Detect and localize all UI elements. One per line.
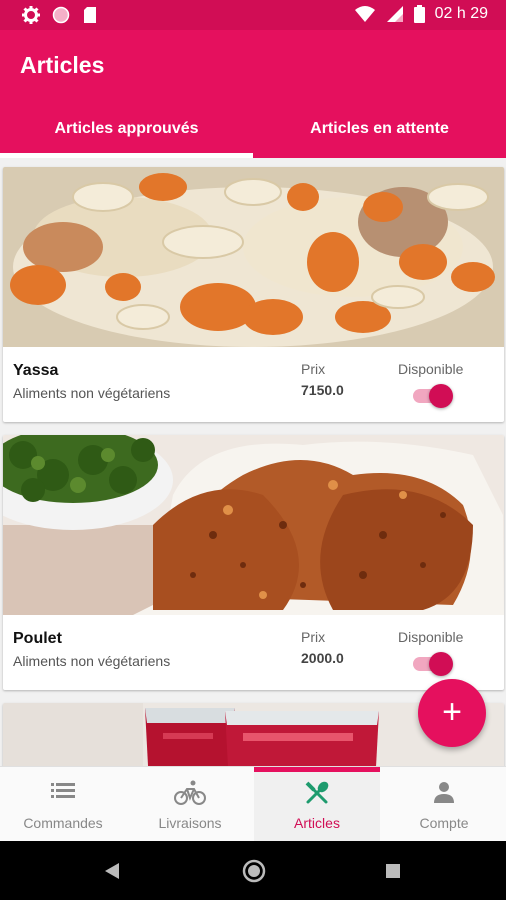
articles-list[interactable]: Yassa Aliments non végétariens Prix 7150… bbox=[0, 158, 506, 766]
home-icon[interactable] bbox=[242, 859, 266, 883]
nav-item-livraisons[interactable]: Livraisons bbox=[127, 767, 253, 841]
available-toggle[interactable] bbox=[411, 651, 455, 677]
article-price: 7150.0 bbox=[301, 382, 344, 398]
nav-item-compte[interactable]: Compte bbox=[381, 767, 506, 841]
back-icon[interactable] bbox=[104, 862, 120, 880]
price-label: Prix bbox=[301, 361, 326, 377]
add-article-button[interactable]: + bbox=[418, 679, 486, 747]
article-name: Poulet bbox=[13, 630, 62, 647]
status-time: 02 h 29 bbox=[434, 5, 488, 22]
battery-icon bbox=[413, 5, 425, 23]
bottom-navigation: Commandes Livraisons Articles Compte bbox=[0, 766, 506, 841]
nav-label-compte: Compte bbox=[419, 815, 469, 831]
status-bar: 02 h 29 bbox=[0, 0, 506, 30]
article-card[interactable]: Yassa Aliments non végétariens Prix 7150… bbox=[3, 167, 504, 422]
utensils-icon bbox=[305, 781, 329, 804]
app-bar: Articles Articles approuvés Articles en … bbox=[0, 30, 506, 158]
nav-active-indicator bbox=[254, 767, 380, 772]
price-label: Prix bbox=[301, 629, 326, 645]
tab-pending-articles[interactable]: Articles en attente bbox=[253, 120, 506, 138]
article-price: 2000.0 bbox=[301, 650, 344, 666]
yassa-photo bbox=[3, 167, 504, 347]
toggle-thumb bbox=[429, 652, 453, 676]
available-toggle[interactable] bbox=[411, 383, 455, 409]
circle-icon bbox=[52, 6, 70, 24]
chicken-photo bbox=[3, 435, 504, 615]
wifi-icon bbox=[354, 6, 375, 22]
nav-label-articles: Articles bbox=[294, 815, 340, 831]
recents-icon[interactable] bbox=[385, 863, 401, 879]
sd-card-icon bbox=[84, 7, 96, 23]
person-icon bbox=[434, 782, 454, 803]
bike-icon bbox=[174, 780, 206, 805]
available-label: Disponible bbox=[398, 361, 464, 377]
list-icon bbox=[51, 783, 75, 798]
toggle-thumb bbox=[429, 384, 453, 408]
system-navigation-bar bbox=[0, 841, 506, 900]
article-card[interactable]: Poulet Aliments non végétariens Prix 200… bbox=[3, 435, 504, 690]
article-category: Aliments non végétariens bbox=[13, 385, 171, 401]
article-category: Aliments non végétariens bbox=[13, 653, 171, 669]
tab-approved-articles[interactable]: Articles approuvés bbox=[0, 120, 253, 138]
nav-label-livraisons: Livraisons bbox=[158, 815, 222, 831]
nav-label-commandes: Commandes bbox=[23, 815, 103, 831]
nav-item-commandes[interactable]: Commandes bbox=[0, 767, 126, 841]
signal-icon bbox=[386, 6, 403, 22]
article-name: Yassa bbox=[13, 362, 59, 379]
nav-item-articles[interactable]: Articles bbox=[254, 767, 380, 841]
page-title: Articles bbox=[20, 52, 105, 78]
gear-icon bbox=[22, 6, 40, 24]
available-label: Disponible bbox=[398, 629, 464, 645]
